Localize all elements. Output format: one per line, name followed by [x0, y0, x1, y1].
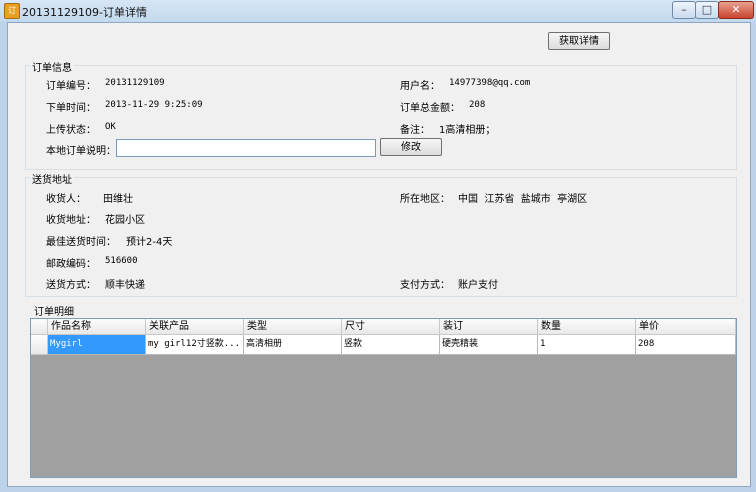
details-title: 订单明细 [34, 307, 74, 318]
client-area: 获取详情 订单信息 订单编号： 20131129109 用户名： 1497739… [7, 22, 751, 487]
app-icon: 订 [4, 3, 20, 19]
address-value: 花园小区 [105, 215, 145, 226]
address-label: 收货地址： [46, 215, 96, 226]
upload-status-value: OK [105, 122, 116, 132]
recipient-label: 收货人： [46, 194, 86, 205]
recipient-value: 田维壮 [103, 194, 133, 205]
shipping-value: 顺丰快递 [105, 280, 145, 291]
delivery-time-label: 最佳送货时间： [46, 237, 116, 248]
region-value: 中国 江苏省 盐城市 亭湖区 [458, 194, 588, 205]
username-label: 用户名： [400, 81, 440, 92]
table-cell-size[interactable]: 竖款 [342, 335, 440, 355]
table-cell-product[interactable]: my girl12寸竖款... [146, 335, 244, 355]
shipping-label: 送货方式： [46, 280, 96, 291]
local-note-label: 本地订单说明： [46, 146, 116, 157]
total-value: 208 [469, 100, 486, 110]
postcode-label: 邮政编码： [46, 259, 96, 270]
table-cell-price[interactable]: 208 [636, 335, 736, 355]
modify-button[interactable]: 修改 [380, 138, 442, 156]
order-no-label: 订单编号： [46, 81, 96, 92]
minimize-button[interactable]: – [672, 1, 696, 19]
grid-corner [31, 319, 48, 335]
col-header-type[interactable]: 类型 [244, 319, 342, 335]
fetch-details-button[interactable]: 获取详情 [548, 32, 610, 50]
address-title: 送货地址 [30, 171, 74, 186]
table-cell-quantity[interactable]: 1 [538, 335, 636, 355]
local-note-input[interactable] [116, 139, 376, 157]
col-header-product[interactable]: 关联产品 [146, 319, 244, 335]
col-header-quantity[interactable]: 数量 [538, 319, 636, 335]
row-header[interactable] [31, 335, 48, 355]
remark-value: 1高清相册； [439, 125, 496, 136]
close-button[interactable]: ✕ [718, 1, 754, 19]
delivery-time-value: 预计2-4天 [126, 237, 173, 248]
table-cell-name[interactable]: Mygirl [48, 335, 146, 355]
col-header-price[interactable]: 单价 [636, 319, 736, 335]
title-bar[interactable]: 订 20131129109-订单详情 – □ ✕ [0, 0, 756, 22]
col-header-binding[interactable]: 装订 [440, 319, 538, 335]
table-cell-binding[interactable]: 硬壳精装 [440, 335, 538, 355]
window: 订 20131129109-订单详情 – □ ✕ 获取详情 订单信息 订单编号：… [0, 0, 756, 492]
upload-status-label: 上传状态： [46, 125, 96, 136]
col-header-size[interactable]: 尺寸 [342, 319, 440, 335]
col-header-name[interactable]: 作品名称 [48, 319, 146, 335]
order-info-title: 订单信息 [30, 59, 74, 74]
details-grid[interactable]: 作品名称 关联产品 类型 尺寸 装订 数量 单价 Mygirl my girl1… [30, 318, 737, 478]
maximize-button[interactable]: □ [695, 1, 719, 19]
order-no-value: 20131129109 [105, 78, 165, 88]
payment-label: 支付方式： [400, 280, 450, 291]
order-time-value: 2013-11-29 9:25:09 [105, 100, 203, 110]
region-label: 所在地区： [400, 194, 450, 205]
total-label: 订单总金额： [400, 103, 460, 114]
username-value: 14977398@qq.com [449, 78, 531, 88]
postcode-value: 516600 [105, 256, 138, 266]
payment-value: 账户支付 [458, 280, 498, 291]
remark-label: 备注： [400, 125, 430, 136]
window-title: 20131129109-订单详情 [22, 6, 147, 19]
table-cell-type[interactable]: 高清相册 [244, 335, 342, 355]
order-time-label: 下单时间： [46, 103, 96, 114]
